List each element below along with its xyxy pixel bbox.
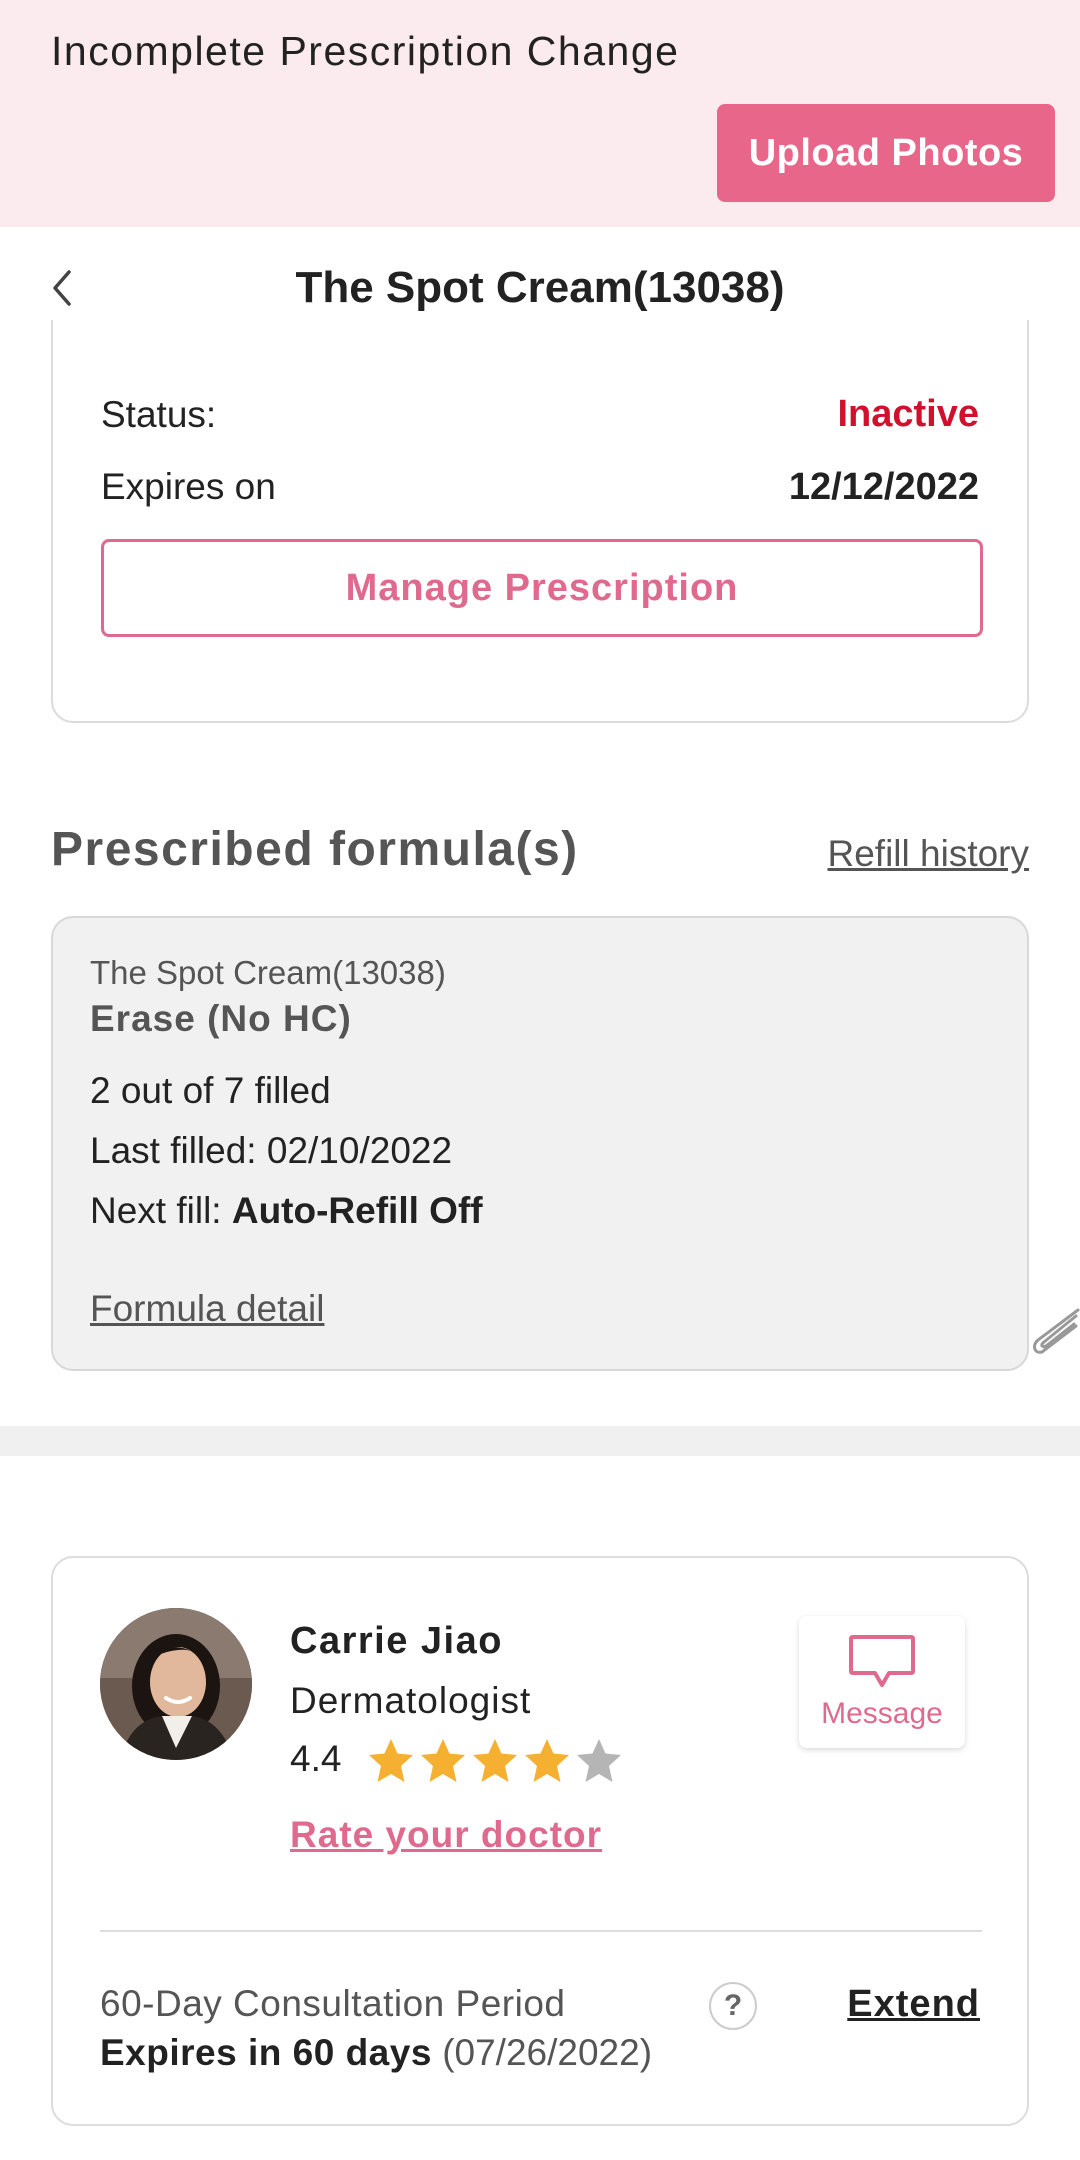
section-divider [0, 1426, 1080, 1456]
star-filled-icon [369, 1739, 413, 1782]
doctor-photo [100, 1608, 252, 1760]
help-icon[interactable]: ? [709, 1982, 757, 2030]
doctor-avatar [100, 1608, 252, 1760]
consultation-expiry: Expires in 60 days (07/26/2022) [100, 2032, 652, 2074]
star-filled-icon [421, 1739, 465, 1782]
formula-filled-count: 2 out of 7 filled [90, 1070, 331, 1111]
formula-detail-link[interactable]: Formula detail [90, 1288, 324, 1330]
consultation-title: 60-Day Consultation Period [100, 1983, 566, 2024]
status-label: Status: [101, 394, 217, 435]
expires-value: 12/12/2022 [788, 466, 979, 508]
manage-prescription-button[interactable]: Manage Prescription [101, 539, 983, 637]
message-button[interactable]: Message [799, 1616, 965, 1748]
expires-countdown: Expires in 60 days [100, 2032, 432, 2073]
section-title-formulas: Prescribed formula(s) [51, 823, 579, 876]
doctor-card: Carrie Jiao Dermatologist 4.4 Rate your … [51, 1556, 1029, 2126]
status-value: Inactive [837, 393, 979, 435]
expires-date: (07/26/2022) [442, 2032, 653, 2073]
formula-name: Erase (No HC) [90, 998, 352, 1039]
next-fill-label: Next fill: [90, 1190, 222, 1231]
rate-doctor-link[interactable]: Rate your doctor [290, 1814, 602, 1856]
paperclip-icon [1033, 1308, 1080, 1354]
formula-product: The Spot Cream(13038) [90, 954, 446, 991]
rating-stars [366, 1736, 624, 1792]
star-empty-icon [577, 1739, 621, 1782]
extend-link[interactable]: Extend [847, 1983, 980, 2026]
message-label: Message [821, 1697, 943, 1730]
star-filled-icon [525, 1739, 569, 1782]
incomplete-change-banner: Incomplete Prescription Change Upload Ph… [0, 0, 1080, 227]
doctor-rating: 4.4 [290, 1738, 342, 1779]
formula-next-fill: Next fill: Auto-Refill Off [90, 1190, 483, 1232]
star-filled-icon [473, 1739, 517, 1782]
doctor-name: Carrie Jiao [290, 1620, 503, 1662]
upload-photos-button[interactable]: Upload Photos [717, 104, 1055, 202]
doctor-specialty: Dermatologist [290, 1680, 532, 1721]
banner-title: Incomplete Prescription Change [51, 28, 680, 74]
back-button[interactable] [42, 263, 82, 313]
formula-last-filled: Last filled: 02/10/2022 [90, 1130, 453, 1171]
formula-card[interactable]: The Spot Cream(13038) Erase (No HC) 2 ou… [51, 916, 1029, 1371]
chevron-left-icon [53, 270, 71, 306]
card-divider [100, 1930, 982, 1932]
refill-history-link[interactable]: Refill history [828, 833, 1030, 875]
next-fill-value: Auto-Refill Off [231, 1190, 483, 1231]
prescription-status-card: Status: Inactive Expires on 12/12/2022 M… [51, 320, 1029, 723]
expires-label: Expires on [101, 466, 276, 507]
chat-bubble-icon [849, 1635, 915, 1687]
